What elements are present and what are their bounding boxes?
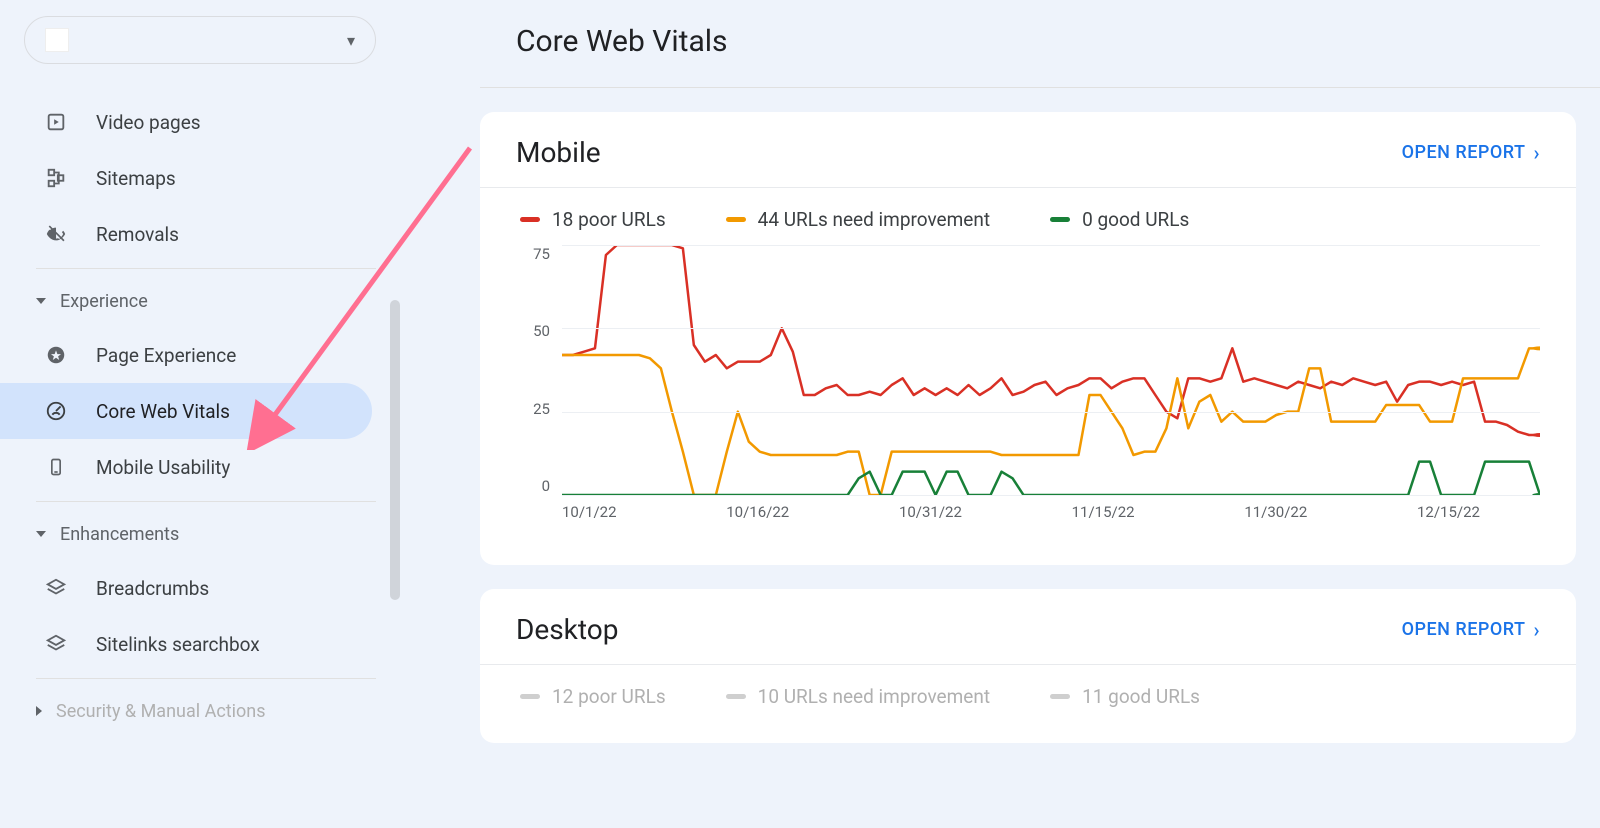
desktop-card: Desktop OPEN REPORT › 12 poor URLs 10 UR… [480,589,1576,743]
section-header-enhancements[interactable]: Enhancements [0,508,400,560]
removals-icon [44,222,68,246]
section-header-label: Experience [60,291,148,312]
page-experience-icon [44,343,68,367]
sidebar-item-core-web-vitals[interactable]: Core Web Vitals [0,383,372,439]
section-header-security[interactable]: Security & Manual Actions [0,685,400,737]
chart-series-line [562,245,1540,435]
legend-good[interactable]: 0 good URLs [1050,208,1189,231]
legend-swatch-icon [520,217,540,222]
sidebar-item-sitemaps[interactable]: Sitemaps [0,150,372,206]
open-report-label: OPEN REPORT [1402,142,1526,163]
section-header-label: Enhancements [60,524,179,545]
sidebar: ▾ Video pages Sitemaps Removals Experien… [0,0,400,828]
chevron-right-icon: › [1533,618,1540,642]
divider [480,187,1576,188]
video-pages-icon [44,110,68,134]
chart-plot-area [562,245,1540,495]
mobile-icon [44,455,68,479]
triangle-down-icon [36,531,46,537]
divider [36,678,376,679]
layers-icon [44,576,68,600]
gridline [562,412,1540,413]
legend-swatch-icon [1050,217,1070,222]
chevron-right-icon: › [1533,141,1540,165]
sidebar-item-breadcrumbs[interactable]: Breadcrumbs [0,560,372,616]
section-header-label: Security & Manual Actions [56,701,266,722]
layers-icon [44,632,68,656]
mobile-card: Mobile OPEN REPORT › 18 poor URLs 44 URL… [480,112,1576,565]
x-tick-label: 12/15/22 [1417,503,1480,521]
legend-need-improvement[interactable]: 44 URLs need improvement [726,208,990,231]
x-axis-labels: 10/1/22 10/16/22 10/31/22 11/15/22 11/30/22 1… [562,503,1540,521]
sidebar-item-label: Mobile Usability [96,456,230,479]
divider [36,268,376,269]
x-tick-label: 11/30/22 [1244,503,1307,521]
chart-legend: 12 poor URLs 10 URLs need improvement 11… [516,685,1540,708]
mobile-chart: 7550250 10/1/2210/16/2210/31/2211/15/221… [516,245,1540,545]
open-report-label: OPEN REPORT [1402,619,1526,640]
sidebar-item-label: Page Experience [96,344,236,367]
speedometer-icon [44,399,68,423]
gridline [562,245,1540,246]
card-title: Mobile [516,136,601,169]
sidebar-item-label: Video pages [96,111,201,134]
legend-label: 0 good URLs [1082,208,1189,231]
sidebar-item-page-experience[interactable]: Page Experience [0,327,372,383]
property-selector[interactable]: ▾ [24,16,376,64]
sidebar-item-label: Removals [96,223,179,246]
open-report-link[interactable]: OPEN REPORT › [1402,141,1540,165]
legend-good[interactable]: 11 good URLs [1050,685,1200,708]
sidebar-item-sitelinks-searchbox[interactable]: Sitelinks searchbox [0,616,372,672]
main-content: Core Web Vitals Mobile OPEN REPORT › 18 … [480,0,1600,828]
x-tick-label: 10/16/22 [726,503,789,521]
section-header-experience[interactable]: Experience [0,275,400,327]
open-report-link[interactable]: OPEN REPORT › [1402,618,1540,642]
chart-series-line [562,348,1540,495]
sidebar-item-removals[interactable]: Removals [0,206,372,262]
x-tick-label: 11/15/22 [1072,503,1135,521]
triangle-down-icon [36,298,46,304]
chart-endpoint-dot [1532,433,1540,437]
sidebar-item-label: Sitemaps [96,167,176,190]
sidebar-item-label: Sitelinks searchbox [96,633,260,656]
gridline [562,495,1540,496]
legend-need-improvement[interactable]: 10 URLs need improvement [726,685,990,708]
legend-swatch-icon [726,217,746,222]
legend-label: 12 poor URLs [552,685,666,708]
legend-label: 18 poor URLs [552,208,666,231]
gridline [562,328,1540,329]
legend-poor[interactable]: 18 poor URLs [520,208,666,231]
sidebar-item-label: Breadcrumbs [96,577,209,600]
chart-series-line [562,462,1540,495]
chart-endpoint-dot [1532,346,1540,350]
sidebar-item-label: Core Web Vitals [96,400,230,423]
sidebar-item-mobile-usability[interactable]: Mobile Usability [0,439,372,495]
x-tick-label: 10/31/22 [899,503,962,521]
property-thumbnail [45,28,69,52]
legend-swatch-icon [1050,694,1070,699]
legend-label: 44 URLs need improvement [758,208,990,231]
scrollbar[interactable] [390,300,400,600]
y-tick-label: 25 [533,400,550,418]
card-title: Desktop [516,613,618,646]
triangle-right-icon [36,706,42,716]
legend-label: 11 good URLs [1082,685,1200,708]
x-tick-label: 10/1/22 [562,503,617,521]
y-tick-label: 75 [533,245,550,263]
legend-poor[interactable]: 12 poor URLs [520,685,666,708]
divider [36,501,376,502]
chevron-down-icon: ▾ [347,31,355,50]
page-title: Core Web Vitals [480,0,1600,88]
legend-label: 10 URLs need improvement [758,685,990,708]
y-tick-label: 0 [542,477,550,495]
y-tick-label: 50 [533,322,550,340]
sidebar-item-video-pages[interactable]: Video pages [0,94,372,150]
legend-swatch-icon [520,694,540,699]
chart-legend: 18 poor URLs 44 URLs need improvement 0 … [516,208,1540,231]
legend-swatch-icon [726,694,746,699]
y-axis-labels: 75 50 25 0 [510,245,550,495]
sitemaps-icon [44,166,68,190]
divider [480,664,1576,665]
